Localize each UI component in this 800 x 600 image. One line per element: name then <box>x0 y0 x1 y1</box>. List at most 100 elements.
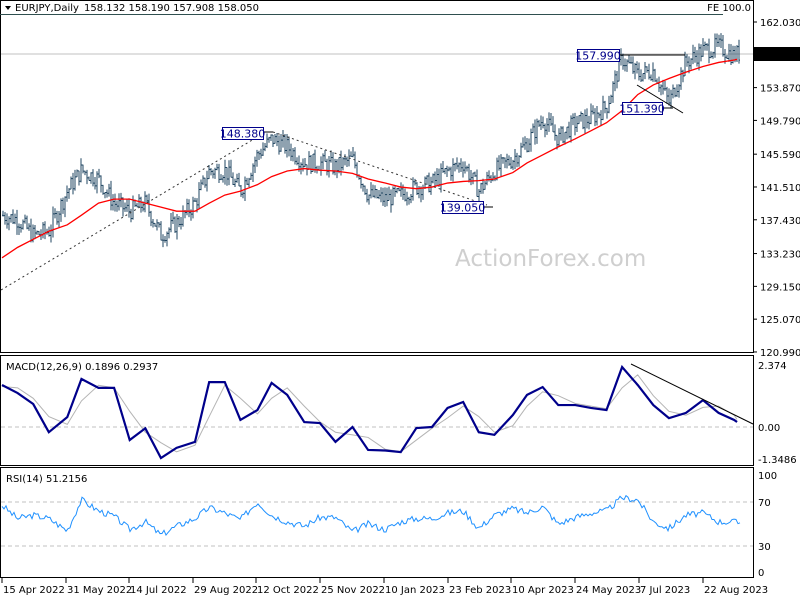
price-bar <box>570 115 572 143</box>
price-bar <box>700 44 702 62</box>
price-bar <box>622 53 624 70</box>
price-bar <box>522 137 524 148</box>
price-bar <box>720 33 722 49</box>
price-bar <box>224 159 226 185</box>
price-bar <box>550 113 552 126</box>
fe-label: FE 100.0 <box>707 3 751 14</box>
price-bar <box>156 219 158 231</box>
price-bar <box>310 154 312 174</box>
price-bar <box>160 221 162 241</box>
price-bar <box>606 107 608 119</box>
price-bar <box>738 39 740 64</box>
price-bar <box>384 187 386 207</box>
price-bar <box>506 153 508 169</box>
price-bar <box>68 188 70 199</box>
price-bar <box>94 177 96 190</box>
price-bar <box>22 219 24 230</box>
price-bar <box>712 51 714 59</box>
price-bar <box>666 86 668 104</box>
price-bar <box>230 159 232 178</box>
price-bar <box>256 149 258 167</box>
date-tick-label: 31 May 2022 <box>67 585 132 596</box>
price-bar <box>82 164 84 174</box>
price-bar <box>8 216 10 231</box>
macd-tick-label: 2.374 <box>758 361 787 372</box>
date-tick-label: 10 Jan 2023 <box>385 585 445 596</box>
price-bar <box>730 44 732 65</box>
price-bar <box>182 205 184 227</box>
price-bar <box>574 112 576 136</box>
price-bar <box>512 159 514 170</box>
price-bar <box>360 176 362 189</box>
price-bar <box>102 184 104 195</box>
price-bar <box>62 197 64 214</box>
price-bar <box>576 115 578 133</box>
price-bar <box>646 66 648 73</box>
price-bar <box>218 163 220 184</box>
price-bar <box>28 223 30 231</box>
price-bar <box>520 142 522 158</box>
price-bar <box>108 183 110 197</box>
price-bar <box>350 151 352 157</box>
price-bar <box>50 224 52 243</box>
price-bar <box>192 196 194 219</box>
price-bar <box>126 199 128 212</box>
price-bar <box>386 187 388 207</box>
price-bar <box>404 188 406 202</box>
price-bar <box>510 157 512 169</box>
price-bar <box>426 175 428 185</box>
eurjpy-chart: ActionForex.com EURJPY,Daily 158.132 158.1… <box>0 0 800 596</box>
price-bar <box>438 168 440 187</box>
price-bar <box>4 212 6 225</box>
price-bar <box>368 194 370 205</box>
price-bar <box>580 111 582 122</box>
price-bar <box>96 171 98 194</box>
price-bar <box>482 178 484 194</box>
price-bar <box>434 171 436 187</box>
price-bar <box>460 158 462 173</box>
price-bar <box>382 187 384 206</box>
price-bar <box>362 183 364 192</box>
date-tick-label: 24 May 2023 <box>576 585 641 596</box>
price-bar <box>596 105 598 126</box>
price-bar <box>352 147 354 158</box>
price-bar <box>536 118 538 144</box>
macd-trendline <box>630 363 754 425</box>
price-bar <box>514 148 516 170</box>
price-bar <box>10 214 12 223</box>
price-bar <box>442 160 444 173</box>
price-bar <box>322 153 324 170</box>
price-bar <box>468 163 470 183</box>
price-bar <box>270 134 272 141</box>
price-bar <box>206 170 208 192</box>
price-bar <box>674 87 676 98</box>
price-bar <box>376 188 378 199</box>
price-bar <box>726 54 728 59</box>
price-bar <box>480 182 482 194</box>
price-bar <box>70 176 72 190</box>
price-bar <box>36 230 38 235</box>
price-bar <box>474 171 476 177</box>
price-bar <box>268 136 270 143</box>
price-bar <box>452 158 454 182</box>
price-bar <box>168 227 170 239</box>
price-bar <box>454 162 456 172</box>
price-bar <box>290 143 292 161</box>
price-bar <box>140 196 142 213</box>
date-tick-label: 15 Apr 2022 <box>3 585 65 596</box>
price-tick-label: 133.230 <box>760 250 800 261</box>
price-bar <box>100 175 102 193</box>
price-bar <box>98 168 100 179</box>
price-bar <box>198 182 200 209</box>
price-bar <box>226 166 228 186</box>
price-bar <box>150 210 152 227</box>
price-bar <box>14 213 16 225</box>
price-bar <box>448 166 450 172</box>
price-bar <box>304 158 306 168</box>
price-bar <box>234 178 236 187</box>
price-tick-label: 141.510 <box>760 183 800 194</box>
price-bar <box>248 177 250 187</box>
price-bar <box>636 61 638 74</box>
price-bar <box>84 170 86 176</box>
price-bar <box>66 185 68 202</box>
